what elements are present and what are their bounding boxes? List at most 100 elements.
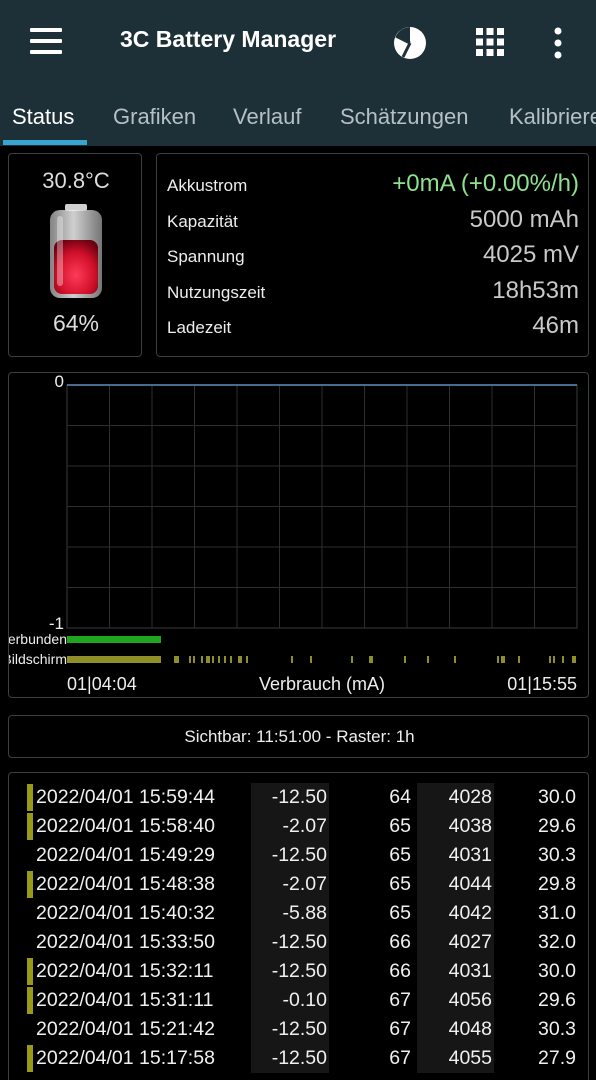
- cell-datetime: 2022/04/01 15:32:11: [36, 960, 214, 982]
- info-value: 5000 mAh: [469, 206, 579, 233]
- track-tick: [572, 656, 576, 663]
- track-tick: [230, 656, 232, 663]
- track-tick: [404, 656, 406, 663]
- cell-percent: 64: [389, 786, 411, 808]
- track-tick: [518, 656, 520, 663]
- tab-verlauf[interactable]: Verlauf: [233, 104, 302, 130]
- tab-grafiken[interactable]: Grafiken: [113, 104, 196, 130]
- row-marker: [27, 1045, 33, 1072]
- consumption-chart: 0-1VerbundenBildschirm01|04:04Verbrauch …: [9, 373, 578, 694]
- grid-icon[interactable]: [476, 28, 504, 56]
- cell-temperature: 29.6: [538, 989, 576, 1011]
- track-tick: [224, 656, 226, 663]
- cell-current: -0.10: [251, 986, 329, 1015]
- table-row[interactable]: 2022/04/01 15:49:29 -12.50 65 4031 30.3: [9, 841, 590, 870]
- cell-voltage: 4031: [417, 957, 494, 986]
- visible-range-panel[interactable]: Sichtbar: 11:51:00 - Raster: 1h: [8, 715, 589, 758]
- cell-temperature: 31.0: [538, 902, 576, 924]
- more-vert-icon[interactable]: [548, 26, 568, 60]
- battery-percent: 64%: [52, 310, 100, 336]
- cell-current: -12.50: [251, 928, 329, 957]
- history-table[interactable]: 2022/04/01 15:59:44 -12.50 64 4028 30.0 2022/…: [8, 772, 589, 1080]
- cell-temperature: 30.3: [538, 1018, 576, 1040]
- table-row[interactable]: 2022/04/01 15:33:50 -12.50 66 4027 32.0: [9, 928, 590, 957]
- visible-range-text: Sichtbar: 11:51:00 - Raster: 1h: [184, 727, 415, 746]
- battery-panel[interactable]: 30.8°C 64%: [8, 153, 142, 357]
- track-tick: [549, 656, 551, 663]
- cell-datetime: 2022/04/01 15:17:58: [36, 1047, 215, 1069]
- cell-temperature: 29.6: [538, 815, 576, 837]
- table-row[interactable]: 2022/04/01 15:31:11 -0.10 67 4056 29.6: [9, 986, 590, 1015]
- cell-current: -12.50: [251, 841, 329, 870]
- row-marker: [27, 813, 33, 840]
- cell-voltage: 4031: [417, 841, 494, 870]
- track-tick: [193, 656, 195, 663]
- cell-temperature: 32.0: [538, 931, 576, 953]
- row-marker: [27, 784, 33, 811]
- table-row[interactable]: 2022/04/01 15:40:32 -5.88 65 4042 31.0: [9, 899, 590, 928]
- cell-current: -12.50: [251, 1044, 329, 1073]
- track-bar: [67, 656, 161, 663]
- row-marker: [27, 871, 33, 898]
- x-start-label: 01|04:04: [67, 674, 137, 694]
- cell-current: -12.50: [251, 957, 329, 986]
- cell-datetime: 2022/04/01 15:58:40: [36, 815, 215, 837]
- cell-voltage: 4056: [417, 986, 494, 1015]
- table-row[interactable]: 2022/04/01 15:17:58 -12.50 67 4055 27.9: [9, 1044, 590, 1073]
- battery-icon: [50, 204, 102, 298]
- x-end-label: 01|15:55: [507, 674, 577, 694]
- track-tick: [201, 656, 203, 663]
- cell-percent: 66: [389, 960, 411, 982]
- cell-voltage: 4027: [417, 928, 494, 957]
- cell-current: -12.50: [251, 783, 329, 812]
- table-row[interactable]: 2022/04/01 15:59:44 -12.50 64 4028 30.0: [9, 783, 590, 812]
- cell-voltage: 4028: [417, 783, 494, 812]
- tab-schaetzungen[interactable]: Schätzungen: [340, 104, 468, 130]
- info-label: Spannung: [167, 247, 245, 266]
- cell-current: -12.50: [251, 1015, 329, 1044]
- cell-percent: 67: [389, 1018, 411, 1040]
- track-tick: [246, 656, 248, 663]
- tab-bar: Status Grafiken Verlauf Schätzungen Kali…: [0, 88, 596, 146]
- pie-chart-icon[interactable]: [393, 26, 427, 60]
- cell-datetime: 2022/04/01 15:40:32: [36, 902, 215, 924]
- track-tick: [206, 656, 210, 663]
- tab-status[interactable]: Status: [12, 104, 74, 130]
- track-tick: [212, 656, 214, 663]
- table-row[interactable]: 2022/04/01 15:58:40 -2.07 65 4038 29.6: [9, 812, 590, 841]
- cell-temperature: 30.0: [538, 960, 576, 982]
- menu-icon[interactable]: [30, 28, 64, 54]
- cell-percent: 67: [389, 989, 411, 1011]
- cell-temperature: 29.8: [538, 873, 576, 895]
- cell-voltage: 4048: [417, 1015, 494, 1044]
- track-tick: [562, 656, 564, 663]
- cell-current: -5.88: [251, 899, 329, 928]
- info-row-spannung: Spannung 4025 mV: [167, 235, 579, 271]
- row-marker: [27, 987, 33, 1014]
- track-tick: [189, 656, 191, 663]
- consumption-chart-panel[interactable]: 0-1VerbundenBildschirm01|04:04Verbrauch …: [8, 372, 589, 698]
- table-row[interactable]: 2022/04/01 15:21:42 -12.50 67 4048 30.3: [9, 1015, 590, 1044]
- info-label: Ladezeit: [167, 318, 232, 337]
- table-row[interactable]: 2022/04/01 15:32:11 -12.50 66 4031 30.0: [9, 957, 590, 986]
- cell-voltage: 4055: [417, 1044, 494, 1073]
- cell-voltage: 4038: [417, 812, 494, 841]
- tab-kalibrieren[interactable]: Kalibrieren: [509, 104, 596, 130]
- x-axis-label: Verbrauch (mA): [259, 674, 385, 694]
- cell-temperature: 27.9: [538, 1047, 576, 1069]
- track-label: Verbunden: [9, 631, 67, 647]
- info-value: 4025 mV: [482, 241, 579, 268]
- table-row[interactable]: 2022/04/01 15:48:38 -2.07 65 4044 29.8: [9, 870, 590, 899]
- info-value: 18h53m: [492, 277, 579, 304]
- track-tick: [218, 656, 220, 663]
- cell-temperature: 30.3: [538, 844, 576, 866]
- cell-percent: 65: [389, 815, 411, 837]
- cell-datetime: 2022/04/01 15:21:42: [36, 1018, 215, 1040]
- track-tick: [497, 656, 499, 663]
- cell-temperature: 30.0: [538, 786, 576, 808]
- track-label: Bildschirm: [9, 651, 67, 667]
- track-tick: [310, 656, 312, 663]
- cell-current: -2.07: [251, 812, 329, 841]
- info-panel[interactable]: Akkustrom +0mA (+0.00%/h) Kapazität 5000…: [156, 153, 589, 357]
- track-tick: [291, 656, 293, 663]
